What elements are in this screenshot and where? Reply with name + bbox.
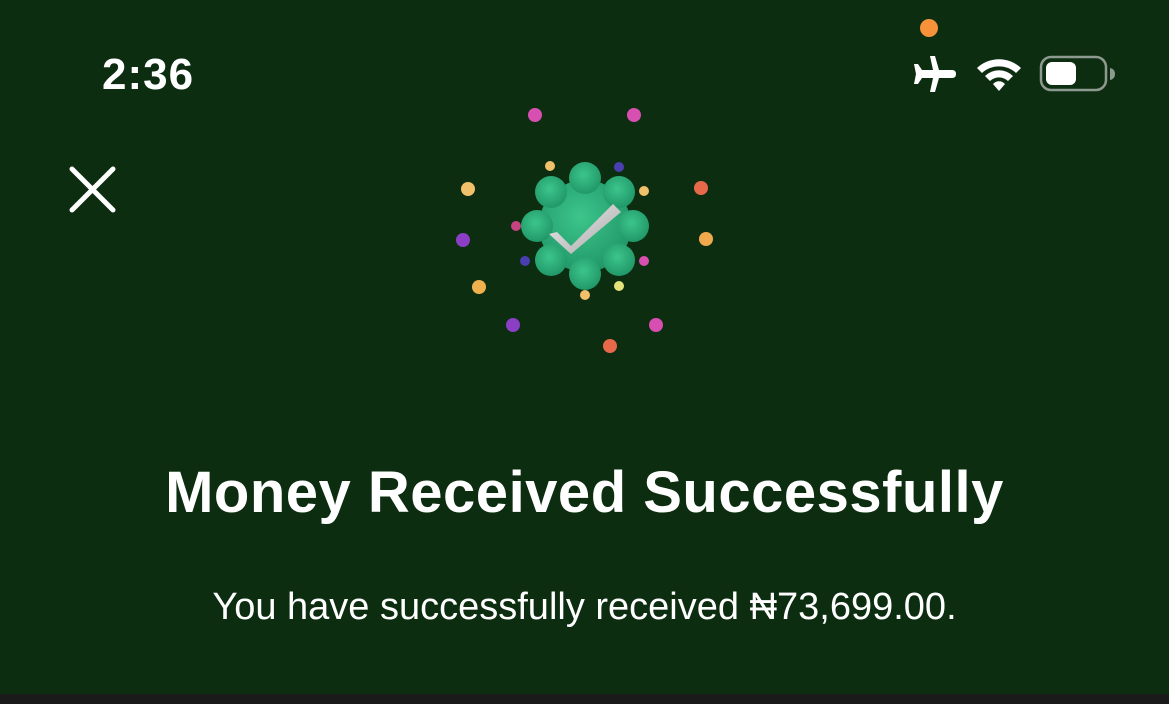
airplane-mode-icon xyxy=(914,56,956,92)
success-screen: 2:36 Money Received Successfully You hav… xyxy=(0,0,1169,694)
status-time: 2:36 xyxy=(102,50,195,99)
success-check-badge-icon xyxy=(456,108,713,353)
battery-icon xyxy=(1039,55,1115,92)
badge-shape xyxy=(521,162,649,290)
success-title: Money Received Successfully xyxy=(165,460,1004,525)
bottom-edge xyxy=(0,694,1169,704)
success-illustration xyxy=(440,95,740,365)
success-message: You have successfully received ₦73,699.0… xyxy=(212,586,957,628)
wifi-icon xyxy=(977,59,1021,91)
close-button[interactable] xyxy=(62,160,122,220)
close-icon xyxy=(69,166,116,213)
privacy-indicator-dot xyxy=(920,19,938,37)
